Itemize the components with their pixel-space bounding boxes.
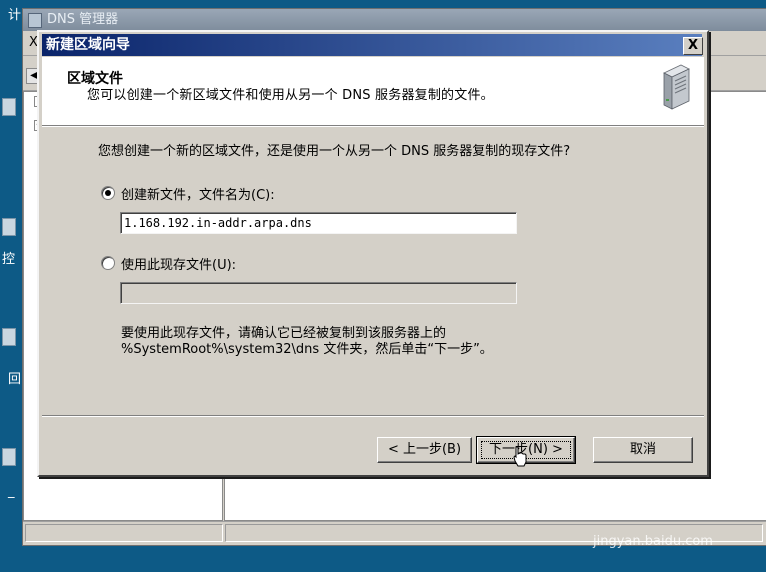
new-zone-wizard-dialog: 新建区域向导 X 区域文件 您可以创建一个新区域文件和使用从另一个 DNS 服务…: [37, 30, 709, 477]
status-cell: [25, 524, 223, 542]
new-filename-input[interactable]: 1.168.192.in-addr.arpa.dns: [120, 212, 517, 234]
desktop-icon[interactable]: [2, 98, 16, 116]
cancel-button[interactable]: 取消: [593, 437, 693, 463]
close-button[interactable]: X: [683, 37, 703, 55]
wizard-titlebar[interactable]: 新建区域向导 X: [42, 34, 703, 56]
watermark-url: jingyan.baidu.com: [593, 534, 713, 549]
header-subtitle: 您可以创建一个新区域文件和使用从另一个 DNS 服务器复制的文件。: [87, 88, 494, 103]
baidu-watermark: Baidu经验 jingyan.baidu.com: [588, 488, 720, 549]
desktop-icon[interactable]: [2, 448, 16, 466]
dns-manager-app-icon: [28, 13, 42, 28]
option-use-existing-label[interactable]: 使用此现存文件(U):: [121, 254, 236, 273]
back-button-label: < 上一步(B): [387, 442, 462, 457]
cancel-button-label: 取消: [629, 442, 656, 457]
dns-manager-title: DNS 管理器: [47, 12, 119, 27]
desktop-icon[interactable]: [2, 218, 16, 236]
desktop-label-fragment: _: [8, 484, 15, 499]
option-create-new-label[interactable]: 创建新文件，文件名为(C):: [121, 184, 275, 203]
server-icon: [663, 64, 690, 110]
header-divider: [42, 126, 704, 127]
desktop-label-fragment: 回: [8, 372, 22, 387]
wizard-title: 新建区域向导: [46, 37, 130, 53]
radio-selected-dot: [105, 190, 111, 196]
question-text: 您想创建一个新的区域文件，还是使用一个从另一个 DNS 服务器复制的现存文件?: [98, 144, 571, 159]
mouse-pointer-icon: [513, 446, 527, 467]
radio-use-existing[interactable]: [101, 256, 115, 270]
dns-manager-titlebar[interactable]: DNS 管理器: [23, 9, 766, 31]
watermark-logo: Baidu经验: [588, 493, 720, 523]
desktop-icon[interactable]: [2, 328, 16, 346]
back-button[interactable]: < 上一步(B): [377, 437, 472, 463]
footer-divider: [42, 415, 704, 417]
desktop-label-fragment: 控: [2, 252, 16, 267]
note-line-2: %SystemRoot%\system32\dns 文件夹，然后单击“下一步”。: [121, 342, 493, 357]
radio-create-new[interactable]: [101, 186, 115, 200]
wizard-header: 区域文件 您可以创建一个新区域文件和使用从另一个 DNS 服务器复制的文件。: [42, 57, 704, 126]
desktop-label-fragment: 计: [8, 8, 22, 23]
existing-file-input[interactable]: [120, 282, 517, 304]
